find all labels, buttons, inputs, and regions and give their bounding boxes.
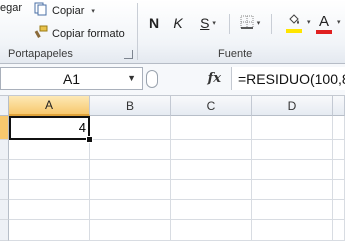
toolbar-divider bbox=[229, 14, 230, 34]
chevron-down-icon[interactable]: ▾ bbox=[337, 18, 341, 26]
font-color-button[interactable]: A bbox=[315, 12, 333, 34]
ribbon: egar Copiar ▾ Copiar formato Portapapele… bbox=[0, 0, 345, 64]
cell-c6[interactable] bbox=[171, 220, 252, 241]
cell-a6[interactable] bbox=[9, 220, 90, 241]
cell-b5[interactable] bbox=[90, 200, 171, 220]
cell-d3[interactable] bbox=[252, 160, 333, 180]
cell-e4[interactable] bbox=[333, 180, 345, 200]
cell-c4[interactable] bbox=[171, 180, 252, 200]
cell-c5[interactable] bbox=[171, 200, 252, 220]
row-header-1[interactable] bbox=[0, 116, 9, 140]
format-painter-label: Copiar formato bbox=[52, 27, 125, 40]
cell-a4[interactable] bbox=[9, 180, 90, 200]
name-box-value: A1 bbox=[62, 70, 81, 87]
cell-d4[interactable] bbox=[252, 180, 333, 200]
chevron-down-icon: ▾ bbox=[212, 20, 216, 27]
row-header-3[interactable] bbox=[0, 160, 9, 180]
cell-b4[interactable] bbox=[90, 180, 171, 200]
chevron-down-icon: ▾ bbox=[256, 20, 261, 27]
cell-e2[interactable] bbox=[333, 140, 345, 160]
formula-input[interactable]: =RESIDUO(100,8) bbox=[231, 67, 345, 90]
clipboard-group-label: Portapapeles bbox=[8, 48, 73, 60]
row-header-6[interactable] bbox=[0, 220, 9, 241]
column-header-d[interactable]: D bbox=[252, 96, 333, 116]
fill-color-button[interactable] bbox=[279, 12, 309, 34]
paint-bucket-icon bbox=[287, 13, 301, 29]
toolbar-divider bbox=[271, 14, 272, 34]
cell-e5[interactable] bbox=[333, 200, 345, 220]
row-header-2[interactable] bbox=[0, 140, 9, 160]
borders-icon bbox=[240, 15, 254, 32]
paintbrush-icon bbox=[34, 25, 48, 42]
cell-e1[interactable] bbox=[333, 116, 345, 140]
fill-handle[interactable] bbox=[86, 136, 93, 143]
cell-d1[interactable] bbox=[252, 116, 333, 140]
paste-label: egar bbox=[0, 2, 23, 14]
insert-function-button[interactable]: fx bbox=[145, 67, 227, 90]
formula-bar: A1 ▼ fx =RESIDUO(100,8) bbox=[0, 64, 345, 96]
cell-b3[interactable] bbox=[90, 160, 171, 180]
worksheet-grid[interactable]: A B C D 4 bbox=[0, 96, 345, 241]
font-color-swatch bbox=[316, 29, 332, 34]
paste-button[interactable]: egar bbox=[0, 2, 22, 14]
cell-d5[interactable] bbox=[252, 200, 333, 220]
copy-label: Copiar bbox=[52, 4, 85, 17]
borders-button[interactable]: ▾ bbox=[236, 12, 264, 34]
cell-b6[interactable] bbox=[90, 220, 171, 241]
row-header-5[interactable] bbox=[0, 200, 9, 220]
cell-a2[interactable] bbox=[9, 140, 90, 160]
chevron-down-icon[interactable]: ▾ bbox=[91, 7, 95, 15]
underline-button[interactable]: S ▾ bbox=[194, 12, 222, 34]
cell-c3[interactable] bbox=[171, 160, 252, 180]
cell-c2[interactable] bbox=[171, 140, 252, 160]
cell-c1[interactable] bbox=[171, 116, 252, 140]
cell-d6[interactable] bbox=[252, 220, 333, 241]
cell-a5[interactable] bbox=[9, 200, 90, 220]
select-all-button[interactable] bbox=[0, 96, 9, 116]
cell-b1[interactable] bbox=[90, 116, 171, 140]
chevron-down-icon[interactable]: ▼ bbox=[127, 73, 136, 83]
cell-d2[interactable] bbox=[252, 140, 333, 160]
copy-button[interactable]: Copiar ▾ bbox=[34, 2, 95, 19]
font-group-label: Fuente bbox=[218, 48, 253, 60]
italic-button[interactable]: K bbox=[170, 12, 186, 34]
row-header-4[interactable] bbox=[0, 180, 9, 200]
copy-icon bbox=[34, 2, 48, 19]
cell-b2[interactable] bbox=[90, 140, 171, 160]
cell-e6[interactable] bbox=[333, 220, 345, 241]
underline-label: S bbox=[200, 15, 210, 31]
column-header-e[interactable] bbox=[333, 96, 345, 116]
group-divider bbox=[137, 3, 138, 60]
font-color-letter: A bbox=[318, 12, 329, 30]
cell-a3[interactable] bbox=[9, 160, 90, 180]
column-header-c[interactable]: C bbox=[171, 96, 252, 116]
name-box[interactable]: A1 ▼ bbox=[0, 67, 143, 90]
fill-color-swatch bbox=[286, 29, 302, 33]
format-painter-button[interactable]: Copiar formato bbox=[34, 25, 125, 42]
column-header-a[interactable]: A bbox=[9, 96, 90, 116]
active-cell-border bbox=[9, 116, 90, 140]
cell-e3[interactable] bbox=[333, 160, 345, 180]
clipboard-launcher-icon[interactable] bbox=[124, 50, 133, 59]
chevron-down-icon[interactable]: ▾ bbox=[307, 18, 311, 26]
bold-button[interactable]: N bbox=[146, 12, 162, 34]
column-header-b[interactable]: B bbox=[90, 96, 171, 116]
